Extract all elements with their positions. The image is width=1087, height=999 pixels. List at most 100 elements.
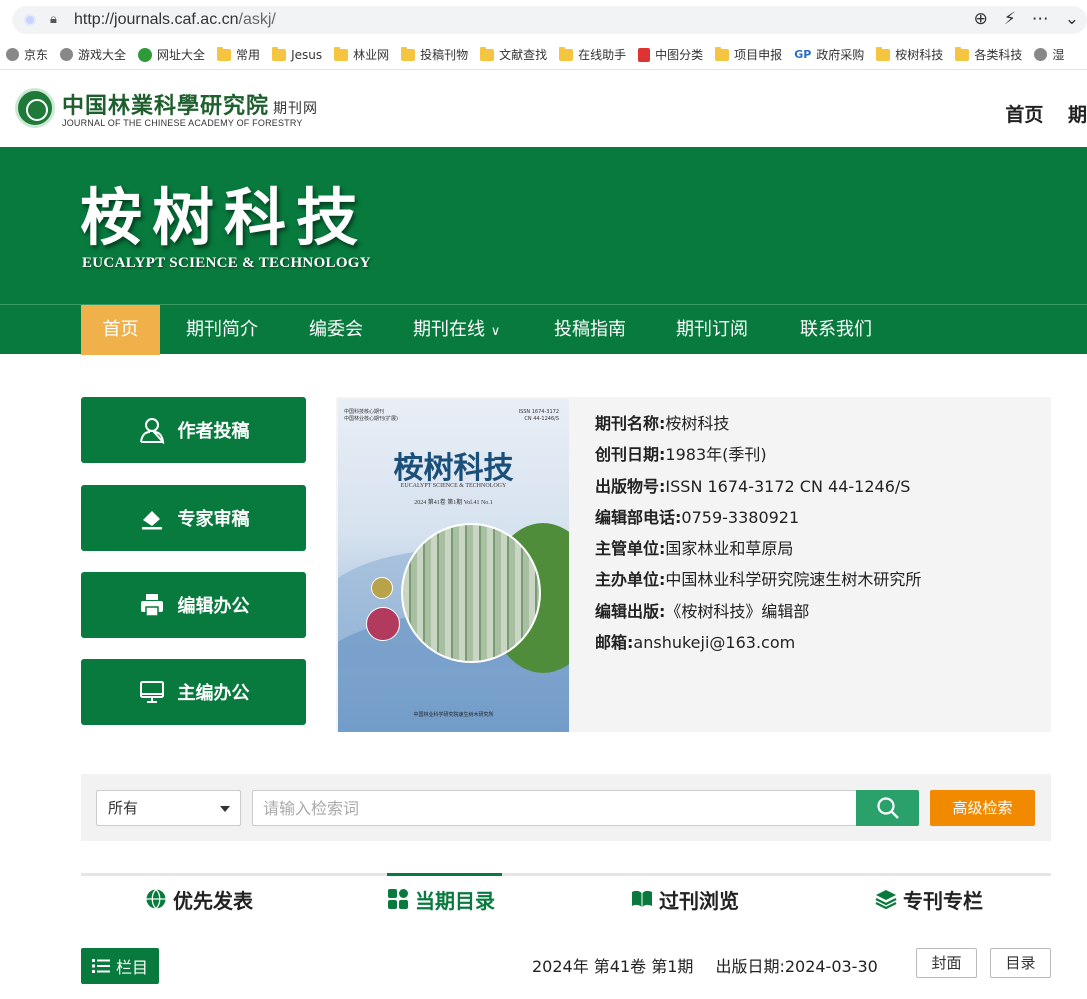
banner-title: 桉树科技 — [80, 181, 369, 254]
logo-title[interactable]: 中国林業科學研究院 期刊网 — [62, 88, 318, 120]
book-icon — [631, 889, 653, 909]
bookmark-folder[interactable]: 常用 — [217, 46, 260, 63]
search-scope-select[interactable]: 所有 — [96, 790, 241, 826]
info-row: 出版物号:ISSN 1674-3172 CN 44-1246/S — [595, 476, 911, 496]
cover-issn: ISSN 1674-3172 CN 44-1246/S — [518, 409, 559, 422]
bookmark-folder[interactable]: 桉树科技 — [876, 46, 943, 63]
info-row: 创刊日期:1983年(季刊) — [595, 445, 767, 465]
address-field[interactable]: 🔒︎ http://journals.caf.ac.cn/askj/ ⊕ ⚡︎ … — [12, 6, 1087, 34]
folder-icon — [715, 46, 730, 61]
journal-cover[interactable]: 中国科技核心期刊 中国林业核心期刊(扩展) ISSN 1674-3172 CN 44… — [338, 399, 569, 732]
bookmark-folder[interactable]: 林业网 — [334, 46, 389, 63]
content-tabs: 优先发表 当期目录 过刊浏览 专刊专栏 — [81, 873, 1051, 923]
academy-logo[interactable] — [15, 88, 55, 128]
expert-review-button[interactable]: 专家审稿 — [81, 485, 306, 551]
folder-icon — [955, 46, 970, 61]
cover-title: 桉树科技 — [393, 451, 514, 486]
nav-editorial-board[interactable]: 编委会 — [309, 305, 363, 355]
nav-subscribe[interactable]: 期刊订阅 — [676, 305, 748, 355]
site-icon — [24, 14, 36, 26]
url-text[interactable]: http://journals.caf.ac.cn/askj/ — [74, 11, 276, 29]
folder-icon — [217, 46, 232, 61]
more-icon[interactable]: ⋯ — [1032, 9, 1049, 29]
tab-current-issue[interactable]: 当期目录 — [387, 876, 495, 922]
issue-date: 出版日期:2024-03-30 — [715, 957, 878, 976]
tab-past-issues[interactable]: 过刊浏览 — [631, 876, 739, 922]
site-header: 中国林業科學研究院 期刊网 JOURNAL OF THE CHINESE ACAD… — [0, 70, 1087, 147]
top-nav-journals[interactable]: 期 — [1068, 104, 1087, 126]
folder-icon — [334, 46, 349, 61]
search-input[interactable] — [252, 790, 858, 826]
chevron-down-icon[interactable]: ⌄ — [1065, 9, 1079, 29]
bookmark-folder[interactable]: 项目申报 — [715, 46, 782, 63]
cover-volume: 2024 第41卷 第1期 Vol.41 No.1 — [414, 500, 493, 506]
journal-info-list: 期刊名称:桉树科技 创刊日期:1983年(季刊) 出版物号:ISSN 1674-… — [595, 413, 921, 663]
caret-down-icon — [220, 806, 230, 812]
editor-office-button[interactable]: 编辑办公 — [81, 572, 306, 638]
author-submit-button[interactable]: 作者投稿 — [81, 397, 306, 463]
gp-icon: GP — [794, 48, 812, 61]
main-nav: 首页 期刊简介 编委会 期刊在线 ∨ 投稿指南 期刊订阅 联系我们 — [0, 304, 1087, 355]
cover-button[interactable]: 封面 — [916, 948, 977, 978]
search-area: 所有 高级检索 — [81, 774, 1051, 841]
bookmark-folder[interactable]: 各类科技 — [955, 46, 1022, 63]
chevron-down-icon: ∨ — [490, 324, 501, 339]
folder-icon — [272, 46, 287, 61]
nav-home[interactable]: 首页 — [81, 305, 160, 355]
bookmark-item[interactable]: 中图分类 — [638, 46, 703, 63]
globe-icon — [6, 48, 19, 61]
bookmark-item[interactable]: 游戏大全 — [60, 46, 126, 63]
tab-priority-publish[interactable]: 优先发表 — [145, 876, 253, 922]
advanced-search-button[interactable]: 高级检索 — [930, 790, 1035, 826]
insecure-icon[interactable]: 🔒︎ — [50, 12, 57, 27]
journal-banner: 桉树科技 EUCALYPT SCIENCE & TECHNOLOGY — [0, 147, 1087, 304]
top-nav: 首页 期 — [987, 100, 1087, 127]
issue-info: 2024年 第41卷 第1期 出版日期:2024-03-30 — [532, 953, 878, 977]
bookmark-folder[interactable]: 投稿刊物 — [401, 46, 468, 63]
cover-forest-image — [401, 523, 541, 663]
banner-subtitle: EUCALYPT SCIENCE & TECHNOLOGY — [82, 255, 371, 271]
bookmark-folder[interactable]: Jesus — [272, 46, 322, 62]
info-row: 编辑出版:《桉树科技》编辑部 — [595, 601, 810, 621]
bookmark-folder[interactable]: 在线助手 — [559, 46, 626, 63]
nav-submission-guide[interactable]: 投稿指南 — [554, 305, 626, 355]
column-filter-button[interactable]: 栏目 — [81, 948, 159, 984]
cover-fruit-image — [371, 577, 393, 599]
bookmark-item[interactable]: GP 政府采购 — [794, 46, 864, 63]
folder-icon — [876, 46, 891, 61]
bookmark-item[interactable]: 京东 — [6, 46, 48, 63]
search-button[interactable] — [856, 790, 919, 826]
bookmark-item[interactable]: 网址大全 — [138, 46, 205, 63]
nav-about[interactable]: 期刊简介 — [186, 305, 258, 355]
cover-subtitle: EUCALYPT SCIENCE & TECHNOLOGY — [400, 483, 507, 489]
bookmarks-bar: 京东 游戏大全 网址大全 常用 Jesus 林业网 投稿刊物 文献查找 在线助手… — [0, 40, 1087, 70]
cover-badge: 中国科技核心期刊 中国林业核心期刊(扩展) — [344, 409, 398, 422]
user-icon — [138, 416, 166, 444]
site-icon — [138, 47, 153, 62]
layers-icon — [875, 888, 897, 910]
globe-icon — [1034, 48, 1048, 61]
info-row: 编辑部电话:0759-3380921 — [595, 507, 800, 527]
search-icon — [876, 797, 899, 819]
browser-address-bar: 🔒︎ http://journals.caf.ac.cn/askj/ ⊕ ⚡︎ … — [0, 0, 1087, 40]
nav-online[interactable]: 期刊在线 ∨ — [413, 305, 500, 355]
info-row: 主管单位:国家林业和草原局 — [595, 539, 794, 559]
zoom-icon[interactable]: ⊕ — [974, 9, 988, 29]
nav-contact[interactable]: 联系我们 — [800, 305, 872, 355]
toc-button[interactable]: 目录 — [990, 948, 1051, 978]
grid-icon — [387, 888, 409, 910]
tab-special-issues[interactable]: 专刊专栏 — [875, 876, 983, 922]
bookmark-item[interactable]: 湿 — [1034, 46, 1064, 63]
top-nav-home[interactable]: 首页 — [1005, 104, 1043, 126]
edit-icon — [138, 504, 166, 532]
site-icon — [638, 47, 651, 62]
folder-icon — [401, 46, 416, 61]
globe-icon — [60, 48, 74, 61]
chief-editor-office-button[interactable]: 主编办公 — [81, 659, 306, 725]
cover-publisher: 中国林业科学研究院速生树木研究所 — [413, 712, 494, 718]
info-row: 期刊名称:桉树科技 — [595, 414, 730, 433]
lightning-icon[interactable]: ⚡︎ — [1004, 9, 1016, 29]
info-row: 邮箱:anshukeji@163.com — [595, 633, 796, 653]
bookmark-folder[interactable]: 文献查找 — [480, 46, 547, 63]
issue-volume: 2024年 第41卷 第1期 — [532, 957, 694, 976]
